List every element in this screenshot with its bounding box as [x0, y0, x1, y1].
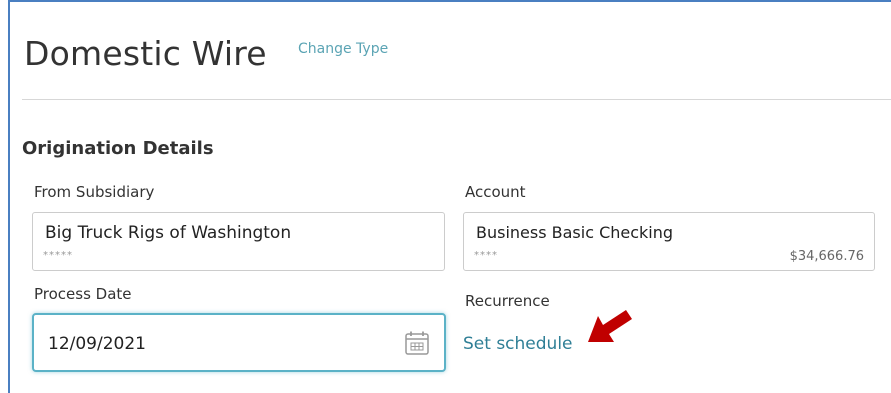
account-balance: $34,666.76 [789, 249, 864, 264]
recurrence-label: Recurrence [465, 292, 550, 310]
from-subsidiary-value: Big Truck Rigs of Washington [45, 223, 292, 243]
process-date-value: 12/09/2021 [48, 334, 146, 354]
account-select[interactable]: Business Basic Checking **** $34,666.76 [463, 212, 875, 271]
process-date-input[interactable]: 12/09/2021 [32, 313, 446, 372]
change-type-link[interactable]: Change Type [298, 41, 388, 57]
account-value: Business Basic Checking [476, 223, 674, 242]
subsidiary-masked-id: ***** [43, 250, 73, 261]
from-subsidiary-label: From Subsidiary [34, 183, 155, 201]
calendar-icon[interactable] [404, 330, 430, 356]
section-title: Origination Details [22, 138, 214, 159]
from-subsidiary-select[interactable]: Big Truck Rigs of Washington ***** [32, 212, 445, 271]
set-schedule-link[interactable]: Set schedule [463, 334, 573, 354]
page-title: Domestic Wire [24, 34, 267, 73]
account-label: Account [465, 183, 526, 201]
red-arrow-icon [588, 310, 632, 342]
account-masked-number: **** [474, 250, 498, 261]
process-date-label: Process Date [34, 285, 132, 303]
divider [22, 99, 891, 100]
